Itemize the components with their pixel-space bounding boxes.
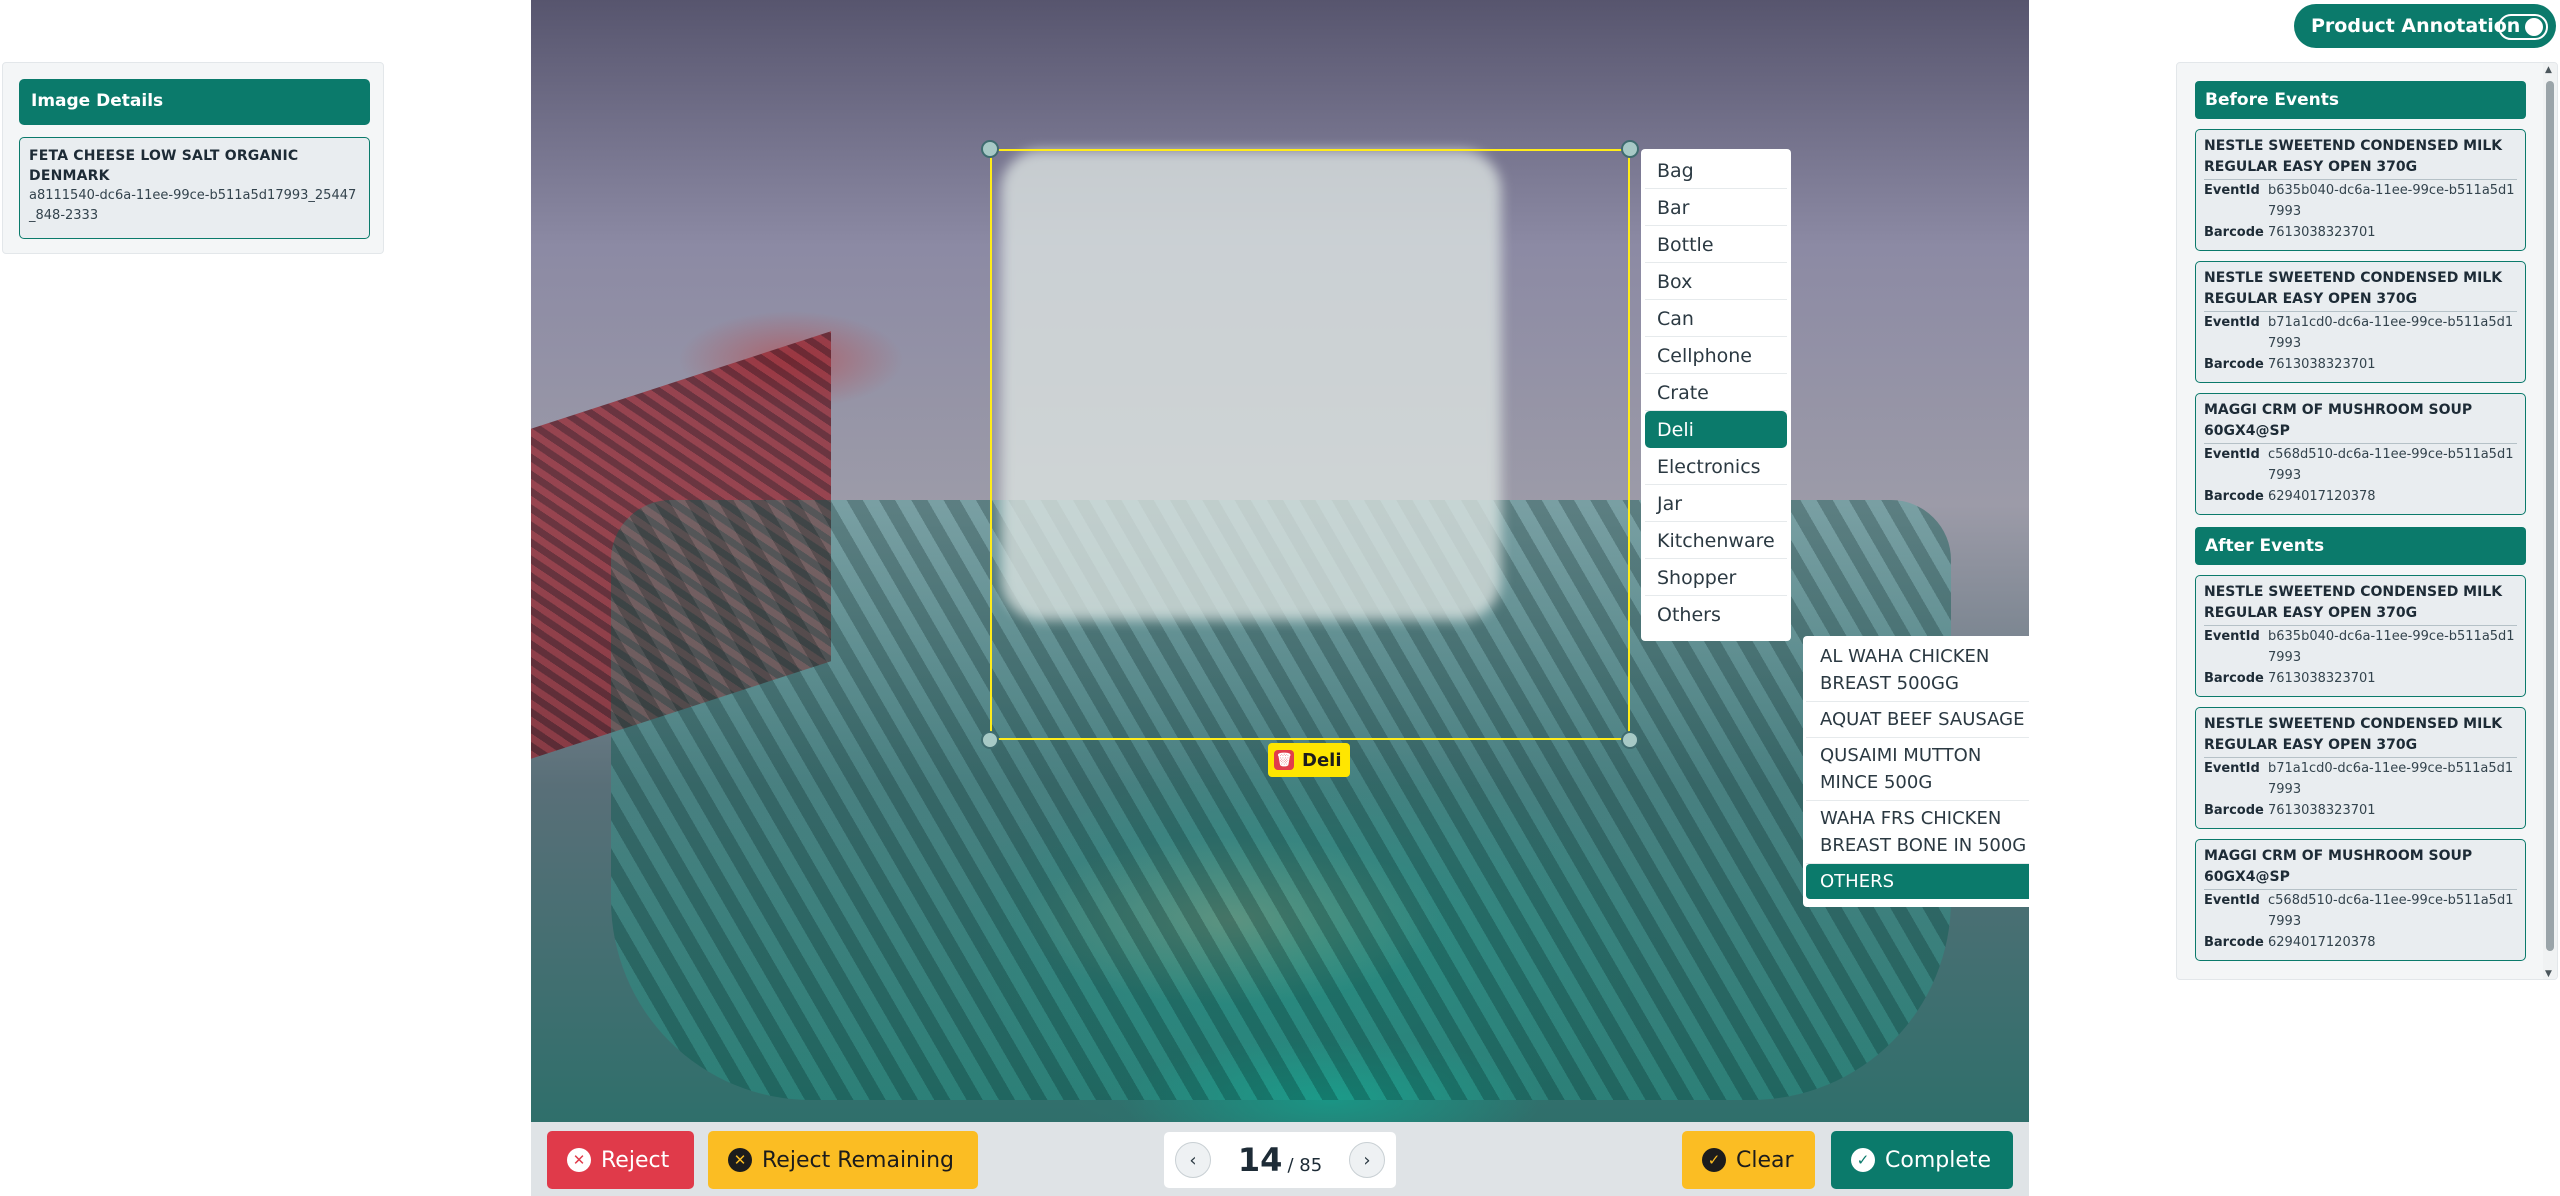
product-item[interactable]: QUSAIMI MUTTON MINCE 500G	[1806, 738, 2029, 801]
bbox-label-tag[interactable]: 🗑 Deli	[1268, 743, 1350, 777]
barcode-key: Barcode	[2204, 803, 2264, 818]
barcode-value: 7613038323701	[2268, 803, 2376, 818]
barcode-value: 7613038323701	[2268, 357, 2376, 372]
event-id-key: EventId	[2204, 629, 2260, 644]
category-item[interactable]: Shopper	[1645, 559, 1787, 596]
x-circle-icon: ✕	[728, 1148, 752, 1172]
scroll-up-icon[interactable]: ▲	[2545, 65, 2552, 75]
event-product-name: NESTLE SWEETEND CONDENSED MILK REGULAR E…	[2204, 582, 2517, 626]
category-item[interactable]: Electronics	[1645, 448, 1787, 485]
reject-remaining-label: Reject Remaining	[762, 1147, 955, 1173]
category-item-selected[interactable]: Deli	[1645, 411, 1787, 448]
category-item[interactable]: Bar	[1645, 189, 1787, 226]
event-id-value: c568d510-dc6a-11ee-99ce-b511a5d17993	[2268, 447, 2514, 483]
bounding-box[interactable]	[990, 149, 1630, 740]
complete-button[interactable]: ✓ Complete	[1831, 1131, 2013, 1189]
category-item[interactable]: Bottle	[1645, 226, 1787, 263]
event-id-value: b71a1cd0-dc6a-11ee-99ce-b511a5d17993	[2268, 761, 2514, 797]
complete-label: Complete	[1885, 1147, 1992, 1173]
product-item[interactable]: WAHA FRS CHICKEN BREAST BONE IN 500G	[1806, 801, 2029, 864]
reject-remaining-button[interactable]: ✕ Reject Remaining	[708, 1131, 978, 1189]
barcode-key: Barcode	[2204, 935, 2264, 950]
category-item[interactable]: Others	[1645, 596, 1787, 633]
scroll-thumb[interactable]	[2546, 81, 2554, 951]
after-event-card[interactable]: NESTLE SWEETEND CONDENSED MILK REGULAR E…	[2195, 575, 2526, 697]
before-event-card[interactable]: MAGGI CRM OF MUSHROOM SOUP 60GX4@SP Even…	[2195, 393, 2526, 515]
category-item[interactable]: Bag	[1645, 152, 1787, 189]
event-id-value: b635b040-dc6a-11ee-99ce-b511a5d17993	[2268, 183, 2515, 219]
barcode-value: 7613038323701	[2268, 225, 2376, 240]
clear-button[interactable]: ✓ Clear	[1682, 1131, 1815, 1189]
scroll-down-icon[interactable]: ▼	[2545, 969, 2552, 979]
event-product-name: NESTLE SWEETEND CONDENSED MILK REGULAR E…	[2204, 714, 2517, 758]
toggle-knob	[2525, 18, 2543, 36]
product-item[interactable]: AL WAHA CHICKEN BREAST 500GG	[1806, 639, 2029, 702]
bbox-handle-bottom-left[interactable]	[981, 731, 999, 749]
barcode-value: 6294017120378	[2268, 935, 2376, 950]
check-circle-icon: ✓	[1702, 1148, 1726, 1172]
event-id-value: c568d510-dc6a-11ee-99ce-b511a5d17993	[2268, 893, 2514, 929]
event-product-name: NESTLE SWEETEND CONDENSED MILK REGULAR E…	[2204, 136, 2517, 180]
event-product-name: MAGGI CRM OF MUSHROOM SOUP 60GX4@SP	[2204, 400, 2517, 444]
page-total: / 85	[1287, 1155, 1323, 1176]
product-item[interactable]: AQUAT BEEF SAUSAGE	[1806, 702, 2029, 738]
product-menu: AL WAHA CHICKEN BREAST 500GG AQUAT BEEF …	[1803, 636, 2029, 907]
events-scrollbar[interactable]: ▲ ▼	[2543, 63, 2557, 979]
toggle-switch[interactable]	[2498, 14, 2548, 40]
barcode-value: 7613038323701	[2268, 671, 2376, 686]
annotation-canvas[interactable]: 🗑 Deli Bag Bar Bottle Box Can Cellphone …	[531, 0, 2029, 1122]
event-id-key: EventId	[2204, 893, 2260, 908]
pagination: ‹ 14 / 85 ›	[1164, 1132, 1396, 1188]
bbox-handle-bottom-right[interactable]	[1621, 731, 1639, 749]
before-events-title: Before Events	[2195, 81, 2526, 119]
image-details-panel: Image Details FETA CHEESE LOW SALT ORGAN…	[2, 62, 384, 254]
x-circle-icon: ✕	[567, 1148, 591, 1172]
category-item[interactable]: Can	[1645, 300, 1787, 337]
barcode-key: Barcode	[2204, 489, 2264, 504]
category-item[interactable]: Cellphone	[1645, 337, 1787, 374]
category-item[interactable]: Kitchenware	[1645, 522, 1787, 559]
image-detail-card[interactable]: FETA CHEESE LOW SALT ORGANIC DENMARK a81…	[19, 137, 370, 239]
event-id-key: EventId	[2204, 315, 2260, 330]
bottom-action-bar: ✕ Reject ✕ Reject Remaining ‹ 14 / 85 › …	[531, 1122, 2029, 1196]
check-circle-icon: ✓	[1851, 1148, 1875, 1172]
chevron-right-icon[interactable]: ›	[1348, 1142, 1385, 1178]
clear-label: Clear	[1736, 1147, 1794, 1173]
reject-label: Reject	[601, 1147, 670, 1173]
toggle-label: Product Annotation	[2311, 15, 2521, 37]
after-event-card[interactable]: NESTLE SWEETEND CONDENSED MILK REGULAR E…	[2195, 707, 2526, 829]
event-id-key: EventId	[2204, 447, 2260, 462]
event-id-key: EventId	[2204, 761, 2260, 776]
page-current: 14	[1237, 1141, 1283, 1179]
before-event-card[interactable]: NESTLE SWEETEND CONDENSED MILK REGULAR E…	[2195, 129, 2526, 251]
barcode-value: 6294017120378	[2268, 489, 2376, 504]
bbox-label-text: Deli	[1302, 749, 1342, 771]
image-product-name: FETA CHEESE LOW SALT ORGANIC DENMARK	[29, 148, 299, 184]
category-item[interactable]: Box	[1645, 263, 1787, 300]
event-product-name: NESTLE SWEETEND CONDENSED MILK REGULAR E…	[2204, 268, 2517, 312]
image-product-id: a8111540-dc6a-11ee-99ce-b511a5d17993_254…	[29, 188, 357, 223]
barcode-key: Barcode	[2204, 225, 2264, 240]
before-event-card[interactable]: NESTLE SWEETEND CONDENSED MILK REGULAR E…	[2195, 261, 2526, 383]
event-product-name: MAGGI CRM OF MUSHROOM SOUP 60GX4@SP	[2204, 846, 2517, 890]
category-item[interactable]: Crate	[1645, 374, 1787, 411]
bbox-handle-top-left[interactable]	[981, 140, 999, 158]
category-menu: Bag Bar Bottle Box Can Cellphone Crate D…	[1641, 149, 1791, 641]
event-id-key: EventId	[2204, 183, 2260, 198]
image-details-title: Image Details	[19, 79, 370, 125]
barcode-key: Barcode	[2204, 357, 2264, 372]
product-item-selected[interactable]: OTHERS	[1806, 864, 2029, 899]
event-id-value: b635b040-dc6a-11ee-99ce-b511a5d17993	[2268, 629, 2515, 665]
reject-button[interactable]: ✕ Reject	[547, 1131, 694, 1189]
events-panel: Before Events NESTLE SWEETEND CONDENSED …	[2176, 62, 2558, 980]
trash-icon[interactable]: 🗑	[1274, 750, 1294, 770]
after-event-card[interactable]: MAGGI CRM OF MUSHROOM SOUP 60GX4@SP Even…	[2195, 839, 2526, 961]
bbox-handle-top-right[interactable]	[1621, 140, 1639, 158]
after-events-title: After Events	[2195, 527, 2526, 565]
event-id-value: b71a1cd0-dc6a-11ee-99ce-b511a5d17993	[2268, 315, 2514, 351]
chevron-left-icon[interactable]: ‹	[1175, 1142, 1211, 1178]
product-annotation-toggle[interactable]: Product Annotation	[2294, 4, 2556, 48]
category-item[interactable]: Jar	[1645, 485, 1787, 522]
barcode-key: Barcode	[2204, 671, 2264, 686]
